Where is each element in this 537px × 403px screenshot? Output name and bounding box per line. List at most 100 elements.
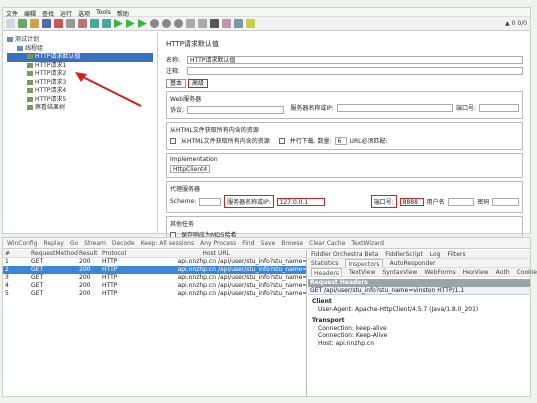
cell-url: /api/user/stu_info?stu_name= bbox=[218, 274, 306, 281]
new-icon[interactable] bbox=[6, 19, 15, 28]
tab-filters[interactable]: Filters bbox=[448, 250, 466, 258]
tab-webforms[interactable]: WebForms bbox=[424, 268, 455, 276]
server-label: 服务器名称或IP: bbox=[290, 105, 334, 112]
tree-item[interactable]: 线程组 bbox=[7, 45, 153, 54]
toolbar-item[interactable]: Any Process bbox=[200, 240, 236, 247]
open-icon[interactable] bbox=[30, 19, 39, 28]
thread-status: ▲ 0 0/0 bbox=[505, 20, 527, 27]
impl-select[interactable]: HttpClient4 bbox=[170, 165, 211, 173]
parallel-checkbox[interactable] bbox=[278, 137, 285, 144]
tab-autoresponder[interactable]: AutoResponder bbox=[390, 259, 436, 267]
tab-basic[interactable]: 基本 bbox=[166, 79, 187, 88]
tab-hexview[interactable]: HexView bbox=[463, 268, 489, 276]
clear-all-icon[interactable] bbox=[198, 19, 207, 28]
tree-item[interactable]: 测试计划 bbox=[7, 36, 153, 45]
tree-item[interactable]: HTTP请求默认值 bbox=[7, 53, 153, 62]
scheme-field[interactable] bbox=[199, 197, 222, 206]
proxy-port-field[interactable]: 8888 bbox=[399, 197, 424, 206]
copy-icon[interactable] bbox=[66, 19, 75, 28]
stop-icon[interactable] bbox=[150, 19, 159, 28]
user-label: 用户名 bbox=[426, 199, 445, 206]
tab-cookies[interactable]: Cookies bbox=[517, 268, 537, 276]
toolbar-item[interactable]: Go bbox=[70, 240, 78, 247]
collapse-icon[interactable] bbox=[102, 19, 111, 28]
col-url[interactable]: URL bbox=[218, 250, 306, 257]
implementation-box: Implementation HttpClient4 bbox=[166, 153, 523, 178]
protocol-field[interactable] bbox=[187, 105, 285, 114]
cell-method: GET bbox=[31, 258, 44, 265]
cut-icon[interactable] bbox=[54, 19, 63, 28]
menu-item[interactable]: 编辑 bbox=[24, 9, 36, 18]
tab-fiddler-orchestra-beta[interactable]: Fiddler Orchestra Beta bbox=[311, 250, 378, 258]
request-headers-title: Request Headers bbox=[308, 279, 530, 287]
tab-headers[interactable]: Headers bbox=[311, 268, 342, 277]
header-line: Connection: Keep-Alive bbox=[318, 332, 388, 339]
cell-num: 4 bbox=[5, 282, 9, 289]
tab-advanced[interactable]: 高级 bbox=[188, 79, 209, 88]
table-row[interactable]: 2 GET 200 HTTP api.nnzhp.cn/api/user/stu_inf… bbox=[3, 266, 306, 274]
port-field[interactable] bbox=[479, 103, 519, 112]
comment-label: 注释: bbox=[166, 68, 181, 75]
clear-icon[interactable] bbox=[186, 19, 195, 28]
server-field[interactable] bbox=[336, 103, 453, 112]
toolbar-item[interactable]: Clear Cache bbox=[309, 240, 345, 247]
tab-inspectors[interactable]: Inspectors bbox=[345, 259, 383, 268]
name-field[interactable]: HTTP请求默认值 bbox=[187, 55, 523, 64]
toolbar-item[interactable]: Keep: All sessions bbox=[141, 240, 194, 247]
comment-field[interactable] bbox=[187, 66, 523, 75]
parallel-field[interactable]: 6 bbox=[334, 136, 347, 145]
toolbar-item[interactable]: TextWizard bbox=[351, 240, 384, 247]
shutdown-icon[interactable] bbox=[162, 19, 171, 28]
paste-icon[interactable] bbox=[78, 19, 87, 28]
menu-item[interactable]: Tools bbox=[96, 9, 111, 16]
toolbar-item[interactable]: Stream bbox=[84, 240, 106, 247]
menu-item[interactable]: 帮助 bbox=[117, 9, 129, 18]
toolbar-item[interactable]: Browse bbox=[281, 240, 303, 247]
header-sections: Client User-Agent: Apache-HttpClient/4.5.… bbox=[308, 298, 530, 347]
search-icon[interactable] bbox=[210, 19, 219, 28]
sampler-icon bbox=[27, 54, 33, 59]
start-icon[interactable] bbox=[114, 19, 123, 28]
tab-textview[interactable]: TextView bbox=[349, 268, 375, 276]
tab-auth[interactable]: Auth bbox=[496, 268, 510, 276]
tab-fiddlerscript[interactable]: FiddlerScript bbox=[385, 250, 423, 258]
expand-icon[interactable] bbox=[90, 19, 99, 28]
toolbar-item[interactable]: Save bbox=[261, 240, 276, 247]
tab-statistics[interactable]: Statistics bbox=[311, 259, 338, 267]
table-row[interactable]: 4 GET 200 HTTP api.nnzhp.cn/api/user/stu_inf… bbox=[3, 282, 306, 290]
function-helper-icon[interactable] bbox=[234, 19, 243, 28]
remote-start-icon[interactable] bbox=[138, 19, 147, 28]
toolbar-item[interactable]: Replay bbox=[44, 240, 64, 247]
tab-syntaxview[interactable]: SyntaxView bbox=[382, 268, 417, 276]
col-result[interactable]: Result bbox=[79, 250, 102, 257]
embedded-checkbox[interactable] bbox=[170, 137, 176, 144]
menu-item[interactable]: 文件 bbox=[6, 9, 18, 18]
help-icon[interactable] bbox=[246, 19, 255, 28]
reset-search-icon[interactable] bbox=[222, 19, 231, 28]
templates-icon[interactable] bbox=[18, 19, 27, 28]
toolbar-item[interactable]: Decode bbox=[112, 240, 135, 247]
col-protocol[interactable]: Protocol bbox=[102, 250, 136, 257]
user-field[interactable] bbox=[447, 197, 475, 206]
menu-item[interactable]: 查找 bbox=[42, 9, 54, 18]
tab-log[interactable]: Log bbox=[430, 250, 441, 258]
col-num[interactable]: # bbox=[3, 250, 31, 257]
toolbar-item[interactable]: Find bbox=[242, 240, 254, 247]
embedded-checkbox-label: 从HTML文件获取所有内含的资源 bbox=[181, 138, 270, 145]
tree-item[interactable]: HTTP请求1 bbox=[7, 62, 153, 71]
password-field[interactable] bbox=[492, 197, 519, 206]
menu-item[interactable]: 选项 bbox=[78, 9, 90, 18]
table-row[interactable]: 3 GET 200 HTTP api.nnzhp.cn/api/user/stu_inf… bbox=[3, 274, 306, 282]
save-icon[interactable] bbox=[42, 19, 51, 28]
toolbar-item[interactable]: WinConfig bbox=[7, 240, 38, 247]
table-row[interactable]: 1 GET 200 HTTP api.nnzhp.cn/api/user/stu_inf… bbox=[3, 258, 306, 266]
col-host[interactable]: Host bbox=[136, 250, 218, 257]
remote-stop-icon[interactable] bbox=[174, 19, 183, 28]
start-no-pause-icon[interactable] bbox=[126, 19, 135, 28]
table-row[interactable]: 5 GET 200 HTTP api.nnzhp.cn/api/user/stu_inf… bbox=[3, 290, 306, 298]
proxy-server-field[interactable]: 127.0.0.1 bbox=[276, 197, 325, 206]
embedded-box: 从HTML文件获取所有内含的资源 从HTML文件获取所有内含的资源 并行下载. … bbox=[166, 122, 523, 150]
menu-item[interactable]: 运行 bbox=[60, 9, 72, 18]
tree-item-label: HTTP请求5 bbox=[35, 95, 67, 103]
col-method[interactable]: RequestMethod bbox=[31, 250, 79, 257]
